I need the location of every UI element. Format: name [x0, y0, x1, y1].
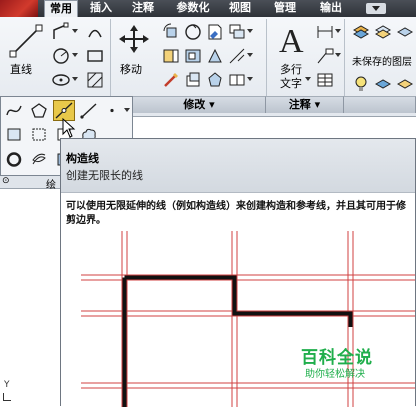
tab-manage[interactable]: 管理 [266, 0, 304, 17]
donut-icon[interactable] [3, 149, 25, 170]
ribbon-minimize-button[interactable] [366, 3, 386, 14]
region-icon[interactable] [3, 124, 25, 145]
copy-dropdown[interactable] [246, 21, 253, 41]
trim-icon[interactable] [182, 21, 202, 41]
erase-icon[interactable] [204, 21, 224, 41]
point-icon[interactable] [103, 100, 125, 121]
array-dropdown[interactable] [246, 45, 253, 65]
tab-view[interactable]: 视图 [222, 0, 258, 17]
layer-properties-icon[interactable] [350, 21, 370, 41]
tab-parametric[interactable]: 参数化 [170, 0, 216, 17]
svg-text:A: A [279, 23, 304, 56]
ucs-y-axis-label: Y [4, 380, 10, 390]
tooltip-description: 可以使用无限延伸的线（例如构造线）来创建构造和参考线，并且其可用于修剪边界。 [66, 201, 406, 226]
modify-panel-label: 修改 [183, 98, 206, 111]
linear-dimension-icon[interactable] [314, 21, 334, 41]
offset-icon[interactable] [182, 69, 202, 89]
line-tool-label: 直线 [10, 63, 32, 76]
explode-icon[interactable] [204, 69, 224, 89]
tooltip-subtitle: 创建无限长的线 [66, 169, 143, 182]
drawing-tab-label: 绘 [46, 180, 56, 191]
layer-isolate-icon[interactable] [372, 73, 392, 93]
helix-icon[interactable] [28, 149, 50, 170]
array-icon[interactable] [226, 45, 246, 65]
move-tool-label: 移动 [120, 63, 142, 76]
point-dropdown[interactable] [123, 100, 130, 120]
table-icon[interactable] [314, 69, 334, 89]
chevron-down-icon: ▾ [314, 98, 321, 111]
layers-panel-title[interactable] [344, 96, 416, 113]
leader-dropdown[interactable] [334, 45, 341, 65]
circle-dropdown[interactable] [71, 45, 78, 65]
tab-output[interactable]: 输出 [312, 0, 350, 17]
spline-icon[interactable] [3, 100, 25, 121]
mtext-dropdown[interactable] [304, 69, 311, 89]
tooltip-header: 构造线 创建无限长的线 [61, 139, 415, 193]
layer-match-icon[interactable] [394, 21, 414, 41]
rotate-icon[interactable] [160, 21, 180, 41]
tooltip-title: 构造线 [66, 152, 99, 165]
drawing-tab[interactable]: ⊙ 绘 [0, 176, 60, 191]
join-icon[interactable] [226, 69, 246, 89]
construction-line-illustration [61, 231, 415, 407]
line-tool-icon[interactable] [8, 23, 43, 58]
tooltip-construction-line: 构造线 创建无限长的线 可以使用无限延伸的线（例如构造线）来创建构造和参考线，并… [60, 138, 416, 407]
boundary-icon[interactable] [28, 124, 50, 145]
leader-icon[interactable] [314, 45, 334, 65]
mtext-icon[interactable]: A [274, 21, 304, 56]
mouse-cursor-icon [62, 118, 76, 138]
watermark-subtitle: 助你轻松解决 [305, 369, 365, 380]
join-dropdown[interactable] [246, 69, 253, 89]
scale-icon[interactable] [204, 45, 224, 65]
circle-icon[interactable] [50, 45, 70, 65]
pin-icon: ⊙ [2, 176, 10, 186]
stretch-icon[interactable] [160, 69, 180, 89]
dimension-dropdown[interactable] [334, 21, 341, 41]
move-tool-icon[interactable] [116, 23, 150, 53]
mtext-label-2: 文字 [280, 77, 302, 90]
ray-icon[interactable] [78, 100, 100, 121]
drawing-area-left[interactable] [0, 176, 60, 406]
annotate-panel-title[interactable]: 注释 ▾ [266, 96, 344, 113]
modify-panel-title[interactable]: 修改 ▾ [133, 96, 266, 113]
rectangle-icon[interactable] [84, 45, 104, 65]
arc-icon[interactable] [84, 21, 104, 41]
ucs-icon [3, 393, 11, 401]
layer-freeze-icon[interactable] [394, 73, 414, 93]
copy-icon[interactable] [226, 21, 246, 41]
polyline-icon[interactable] [50, 21, 70, 41]
annotate-panel-label: 注释 [288, 98, 311, 111]
tab-insert[interactable]: 插入 [84, 0, 118, 17]
layer-bulb-icon[interactable] [350, 73, 370, 93]
layer-state-icon[interactable] [372, 21, 392, 41]
app-menu-button[interactable] [0, 0, 38, 17]
tab-home[interactable]: 常用 [44, 0, 78, 17]
hatch-icon[interactable] [84, 69, 104, 89]
polygon-icon[interactable] [28, 100, 50, 121]
tab-annotate[interactable]: 注释 [126, 0, 160, 17]
ellipse-icon[interactable] [50, 69, 70, 89]
chevron-down-icon: ▾ [209, 98, 215, 111]
fillet-icon[interactable] [182, 45, 202, 65]
mirror-icon[interactable] [160, 45, 180, 65]
ellipse-dropdown[interactable] [71, 69, 78, 89]
layer-state-combo[interactable]: 未保存的图层 [352, 53, 412, 68]
polyline-dropdown[interactable] [71, 21, 78, 41]
ribbon-tab-bar: 常用 插入 注释 参数化 视图 管理 输出 [0, 0, 416, 17]
